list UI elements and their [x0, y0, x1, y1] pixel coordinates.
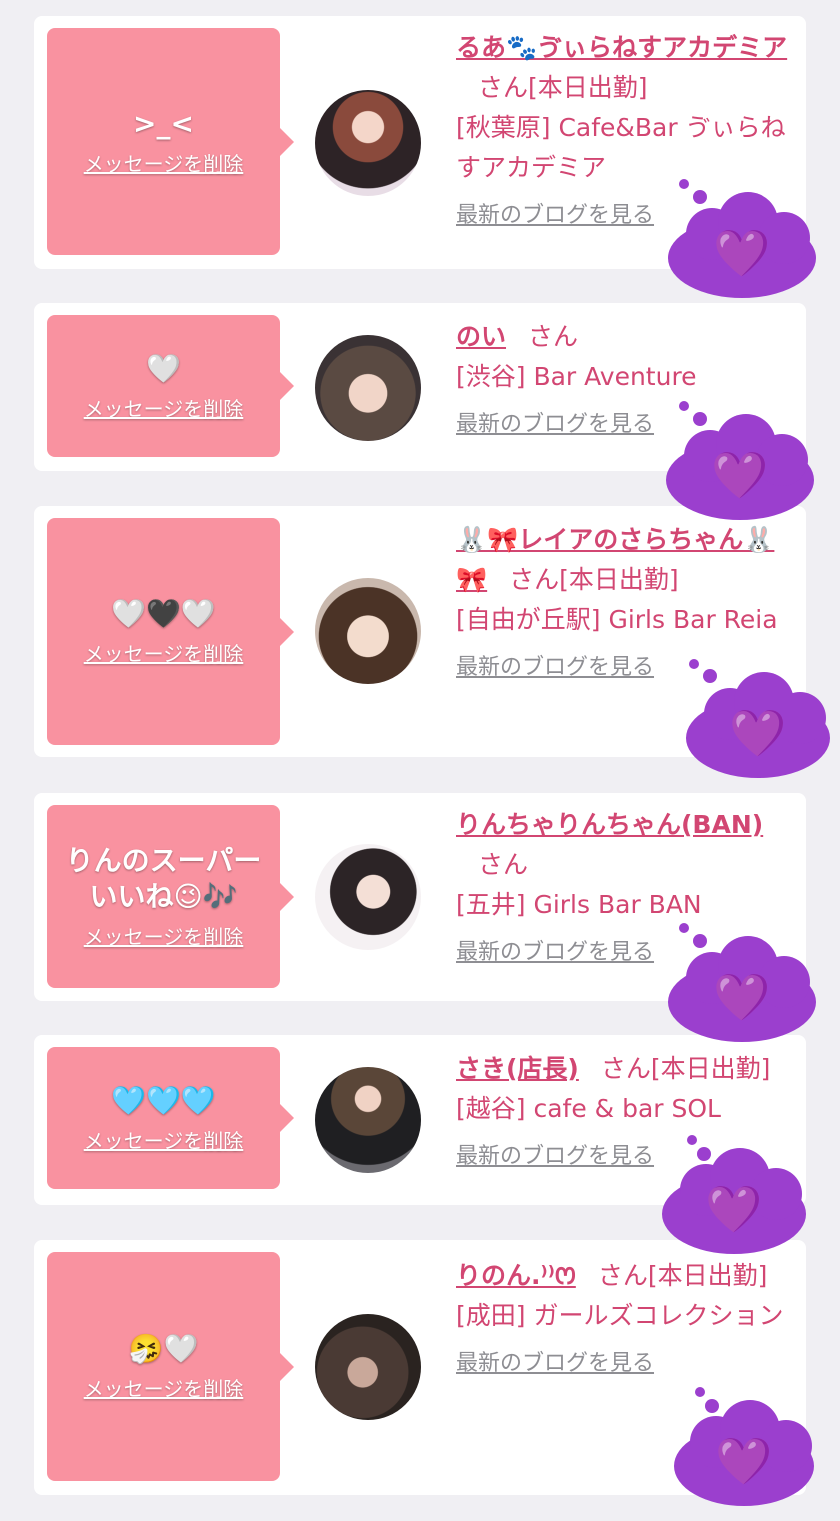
- shop-label: [越谷] cafe & bar SOL: [456, 1094, 721, 1123]
- status-label: [本日出勤]: [559, 565, 679, 594]
- purple-heart-icon: 💜: [715, 1434, 773, 1488]
- avatar[interactable]: [315, 335, 421, 441]
- avatar[interactable]: [315, 90, 421, 196]
- message-bubble: 🩵🩵🩵 メッセージを削除: [47, 1047, 294, 1189]
- honorific: さん: [600, 1054, 651, 1083]
- honorific: さん: [478, 850, 529, 879]
- heart-cloud-icon[interactable]: 💜: [658, 1132, 808, 1260]
- avatar[interactable]: [315, 1067, 421, 1173]
- message-bubble: 🤍 メッセージを削除: [47, 315, 294, 457]
- avatar[interactable]: [315, 844, 421, 950]
- shop-label: [自由が丘駅] Girls Bar Reia: [456, 605, 778, 634]
- delete-message-link[interactable]: メッセージを削除: [84, 1373, 244, 1402]
- message-bubble: りんのスーパーいいね😉🎶 メッセージを削除: [47, 805, 294, 988]
- cast-info: りのん.⁾⁾ꯁ さん[本日出勤] [成田] ガールズコレクション 最新のブログを見…: [456, 1256, 801, 1384]
- cast-name-link[interactable]: のい: [456, 322, 506, 351]
- delete-message-link[interactable]: メッセージを削除: [84, 638, 244, 667]
- cast-name-link[interactable]: りのん.⁾⁾ꯁ: [456, 1261, 576, 1290]
- delete-message-link[interactable]: メッセージを削除: [84, 921, 244, 950]
- status-label: [本日出勤]: [528, 73, 648, 102]
- honorific: さん: [478, 73, 529, 102]
- avatar[interactable]: [315, 578, 421, 684]
- shop-label: [秋葉原] Cafe&Bar ゔぃらねすアカデミア: [456, 113, 786, 182]
- cast-name-link[interactable]: さき(店長): [456, 1054, 579, 1083]
- heart-cloud-icon[interactable]: 💜: [670, 1384, 818, 1512]
- heart-cloud-icon[interactable]: 💜: [682, 656, 832, 784]
- latest-blog-link[interactable]: 最新のブログを見る: [456, 1344, 801, 1384]
- delete-message-link[interactable]: メッセージを削除: [84, 393, 244, 422]
- message-text: 🤧🤍: [128, 1332, 199, 1365]
- cast-name-link[interactable]: りんちゃりんちゃん(BAN): [456, 810, 763, 839]
- heart-cloud-icon[interactable]: 💜: [662, 176, 818, 304]
- message-text: 🤍: [146, 351, 181, 385]
- shop-label: [五井] Girls Bar BAN: [456, 890, 702, 919]
- cast-name-link[interactable]: るあ🐾ゔぃらねすアカデミア: [456, 33, 787, 62]
- message-text: >_<: [133, 107, 194, 140]
- status-label: [本日出勤]: [647, 1261, 768, 1290]
- honorific: さん: [597, 1261, 648, 1290]
- delete-message-link[interactable]: メッセージを削除: [84, 1125, 244, 1154]
- purple-heart-icon: 💜: [711, 448, 769, 502]
- shop-label: [渋谷] Bar Aventure: [456, 362, 697, 391]
- purple-heart-icon: 💜: [713, 970, 771, 1024]
- message-text: 🤍🖤🤍: [111, 597, 216, 630]
- honorific: さん: [509, 565, 560, 594]
- delete-message-link[interactable]: メッセージを削除: [84, 148, 244, 177]
- message-bubble: 🤧🤍 メッセージを削除: [47, 1252, 294, 1481]
- status-label: [本日出勤]: [650, 1054, 771, 1083]
- message-text: りんのスーパーいいね😉🎶: [65, 844, 262, 913]
- heart-cloud-icon[interactable]: 💜: [660, 398, 816, 526]
- message-text: 🩵🩵🩵: [111, 1083, 216, 1117]
- purple-heart-icon: 💜: [729, 706, 787, 760]
- shop-label: [成田] ガールズコレクション: [456, 1301, 784, 1330]
- avatar[interactable]: [315, 1314, 421, 1420]
- purple-heart-icon: 💜: [705, 1182, 763, 1236]
- heart-cloud-icon[interactable]: 💜: [662, 920, 818, 1048]
- honorific: さん: [528, 322, 579, 351]
- purple-heart-icon: 💜: [713, 226, 771, 280]
- message-bubble: >_< メッセージを削除: [47, 28, 294, 255]
- message-bubble: 🤍🖤🤍 メッセージを削除: [47, 518, 294, 745]
